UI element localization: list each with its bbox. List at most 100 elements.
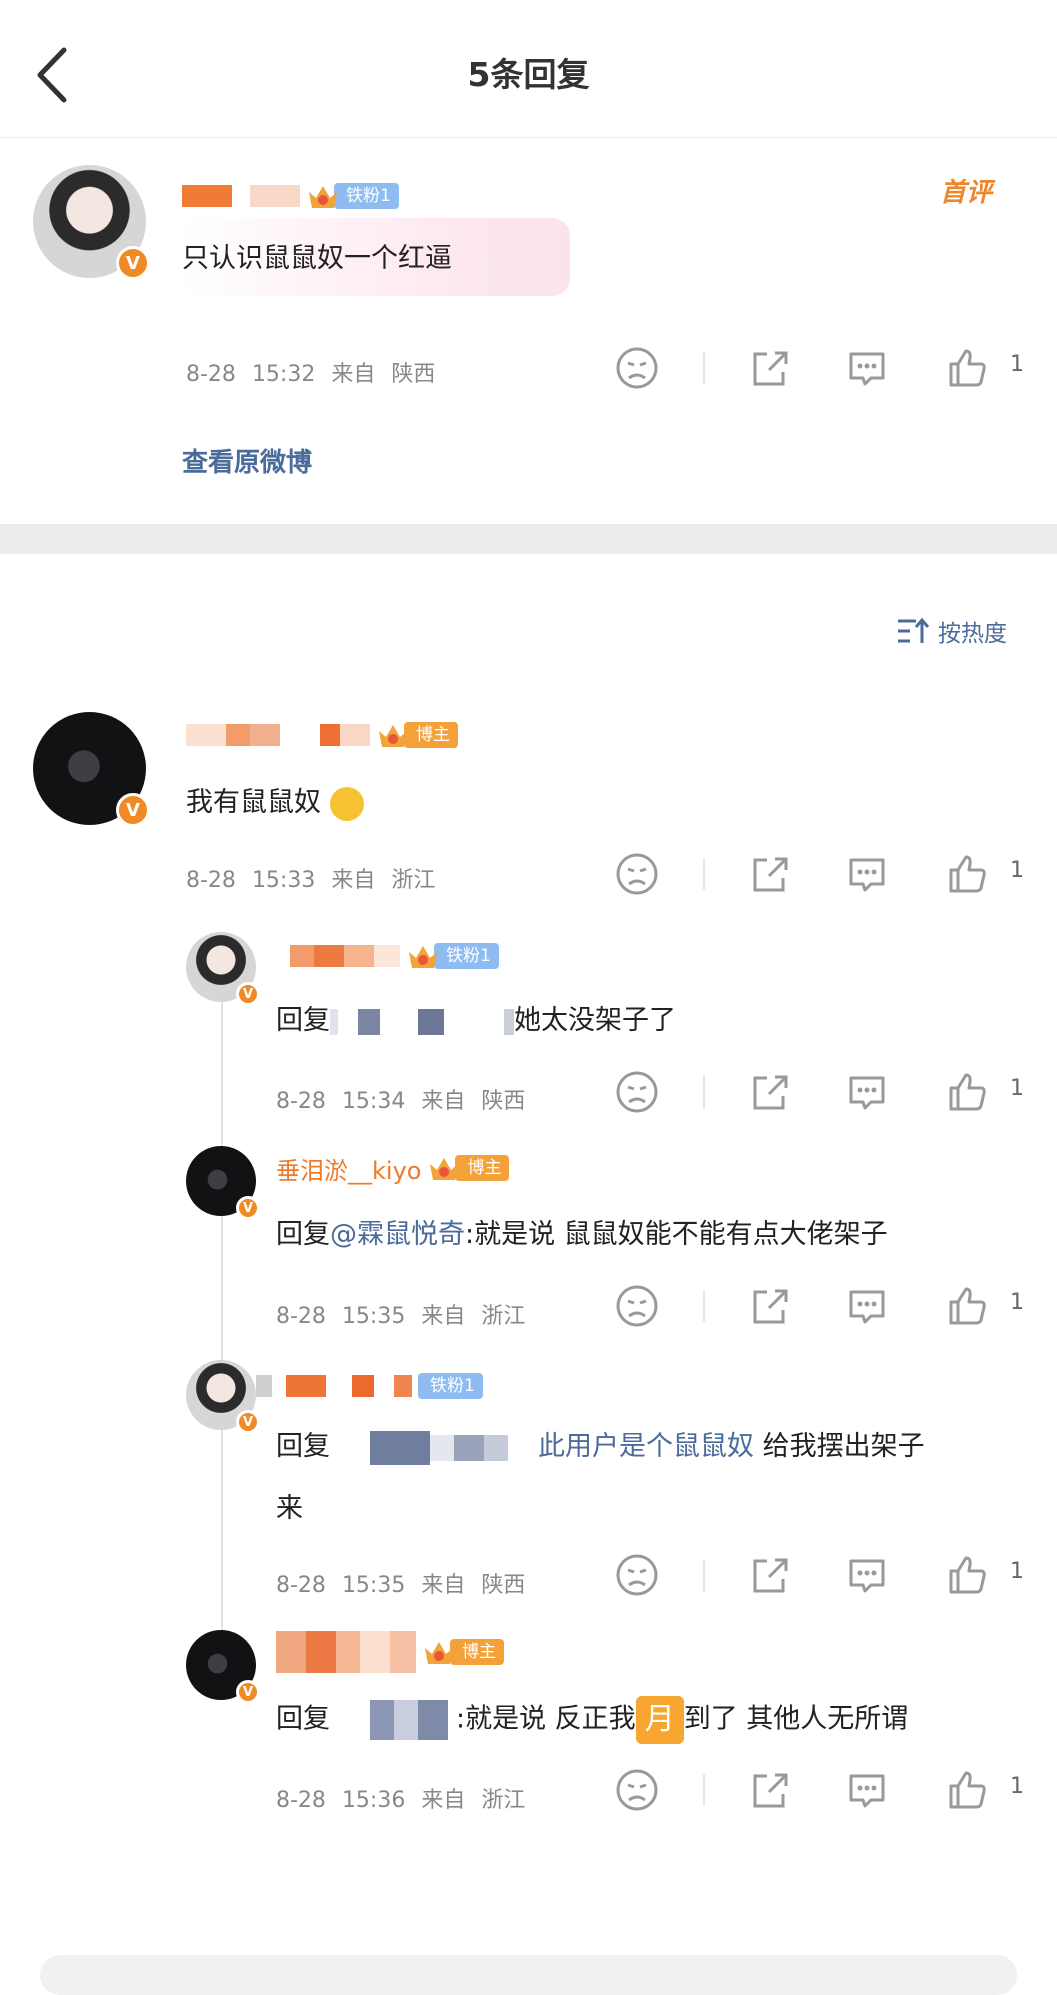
comment-text: 回复@霖鼠悦奇:就是说 鼠鼠奴能不能有点大佬架子 — [276, 1219, 888, 1250]
fan-badge: 铁粉1 — [306, 181, 399, 211]
dislike-icon[interactable] — [615, 1553, 659, 1597]
crown-icon — [430, 1158, 459, 1180]
masked-username[interactable] — [276, 1631, 416, 1673]
username-row: 铁粉1 — [276, 938, 499, 974]
like-count: 1 — [1010, 1076, 1024, 1101]
comment-icon[interactable] — [845, 1284, 889, 1328]
username-row: 铁粉1 — [256, 1368, 483, 1404]
like-count: 1 — [1010, 352, 1024, 377]
verified-icon: V — [116, 246, 150, 280]
thread-line — [221, 1000, 223, 1640]
action-bar: 1 — [615, 1070, 1035, 1120]
like-icon[interactable] — [945, 1553, 989, 1597]
top-bar: 5条回复 — [0, 0, 1057, 138]
dislike-icon[interactable] — [615, 852, 659, 896]
host-badge: 博主 — [422, 1637, 504, 1667]
moon-tag: 月 — [635, 1696, 684, 1744]
avatar[interactable]: V — [186, 1360, 260, 1434]
masked-mention — [370, 1700, 394, 1740]
comment-meta: 8-28 15:32 来自 陕西 — [186, 362, 436, 387]
masked-username[interactable] — [256, 1374, 412, 1398]
action-bar: 1 — [615, 1284, 1035, 1334]
mention-link[interactable]: 此用户是个鼠鼠奴 — [538, 1431, 754, 1462]
like-count: 1 — [1010, 1774, 1024, 1799]
comment-meta: 8-28 15:34 来自 陕西 — [276, 1089, 526, 1114]
fan-badge: 铁粉1 — [418, 1371, 483, 1401]
like-icon[interactable] — [945, 1768, 989, 1812]
section-divider — [0, 524, 1057, 554]
sort-icon — [898, 617, 930, 643]
comment-icon[interactable] — [845, 346, 889, 390]
share-icon[interactable] — [747, 1553, 791, 1597]
dislike-icon[interactable] — [615, 1284, 659, 1328]
emoji-sticker-icon — [329, 786, 364, 821]
comment-text-line2: 来 — [276, 1493, 303, 1524]
like-count: 1 — [1010, 1559, 1024, 1584]
fan-badge: 铁粉1 — [406, 941, 499, 971]
masked-mention — [370, 1430, 430, 1465]
share-icon[interactable] — [747, 852, 791, 896]
comment-meta: 8-28 15:35 来自 浙江 — [276, 1304, 526, 1329]
comment-icon[interactable] — [845, 1070, 889, 1114]
avatar[interactable]: V — [33, 712, 150, 827]
username-row: 博主 — [276, 1631, 504, 1673]
verified-icon: V — [236, 982, 260, 1006]
like-count: 1 — [1010, 1290, 1024, 1315]
dislike-icon[interactable] — [615, 1768, 659, 1812]
host-badge: 博主 — [376, 720, 458, 750]
masked-username[interactable] — [186, 723, 370, 747]
reply-input-bar[interactable] — [40, 1955, 1017, 1995]
crown-icon — [379, 725, 407, 747]
like-icon[interactable] — [945, 1284, 989, 1328]
masked-mention — [330, 1008, 338, 1035]
comment-meta: 8-28 15:36 来自 浙江 — [276, 1788, 526, 1813]
first-comment-badge: 首评 — [940, 178, 993, 208]
crown-icon — [309, 186, 337, 208]
like-icon[interactable] — [945, 346, 989, 390]
comment-icon[interactable] — [845, 852, 889, 896]
dislike-icon[interactable] — [615, 346, 659, 390]
like-icon[interactable] — [945, 852, 989, 896]
username-row: 垂泪淤__kiyo 博主 — [276, 1150, 510, 1186]
like-icon[interactable] — [945, 1070, 989, 1114]
page-title: 5条回复 — [467, 55, 590, 94]
comment-meta: 8-28 15:35 来自 陕西 — [276, 1573, 526, 1598]
share-icon[interactable] — [747, 1768, 791, 1812]
action-bar: 1 — [615, 346, 1035, 396]
crown-icon — [409, 946, 437, 968]
share-icon[interactable] — [747, 346, 791, 390]
share-icon[interactable] — [747, 1070, 791, 1114]
comment-text: 回复 她太没架子了 — [276, 1005, 676, 1036]
comment-text: 只认识鼠鼠奴一个红逼 — [182, 243, 452, 274]
action-bar: 1 — [615, 1553, 1035, 1603]
view-original-link[interactable]: 查看原微博 — [182, 442, 312, 479]
comment-meta: 8-28 15:33 来自 浙江 — [186, 868, 436, 893]
username-row: 博主 — [186, 717, 458, 753]
comment-icon[interactable] — [845, 1768, 889, 1812]
masked-username[interactable] — [182, 184, 300, 208]
comment-text: 我有鼠鼠奴 — [186, 780, 364, 821]
verified-icon: V — [236, 1680, 260, 1704]
action-bar: 1 — [615, 852, 1035, 902]
sort-button[interactable]: 按热度 — [896, 614, 1007, 648]
avatar[interactable]: V — [186, 1146, 260, 1220]
avatar[interactable]: V — [186, 932, 260, 1006]
verified-icon: V — [236, 1196, 260, 1220]
verified-icon: V — [236, 1410, 260, 1434]
avatar[interactable]: V — [33, 165, 150, 280]
dislike-icon[interactable] — [615, 1070, 659, 1114]
share-icon[interactable] — [747, 1284, 791, 1328]
host-badge: 博主 — [427, 1153, 510, 1183]
crown-icon — [425, 1642, 453, 1664]
verified-icon: V — [116, 793, 150, 827]
comment-text: 回复:就是说 反正我月到了 其他人无所谓 — [276, 1696, 908, 1744]
comment-text: 回复 此用户是个鼠鼠奴 给我摆出架子 — [276, 1424, 925, 1465]
comment-icon[interactable] — [845, 1553, 889, 1597]
like-count: 1 — [1010, 858, 1024, 883]
username[interactable]: 垂泪淤__kiyo — [276, 1151, 421, 1186]
masked-username[interactable] — [276, 944, 400, 968]
action-bar: 1 — [615, 1768, 1035, 1818]
avatar[interactable]: V — [186, 1630, 260, 1704]
username-row: 铁粉1 — [182, 178, 399, 214]
mention-link[interactable]: @霖鼠悦奇 — [330, 1219, 465, 1250]
